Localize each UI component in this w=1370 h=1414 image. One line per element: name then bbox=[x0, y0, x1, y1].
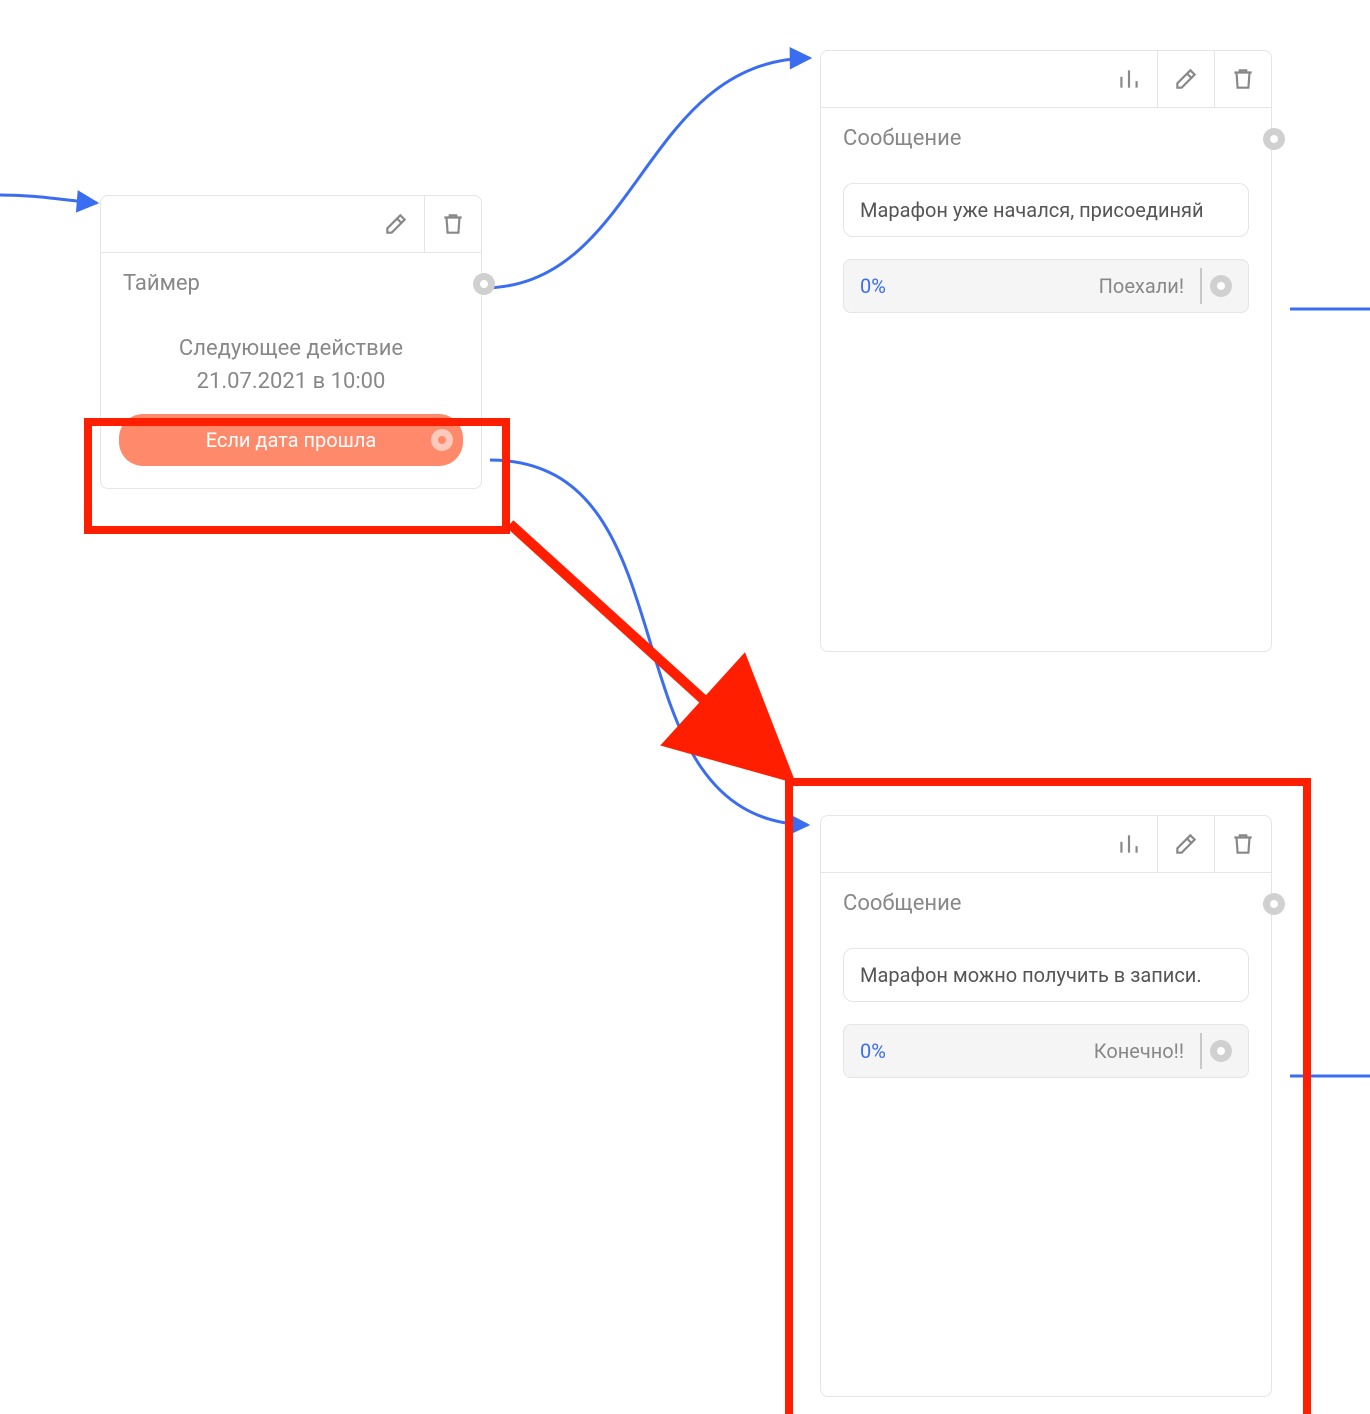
separator bbox=[1200, 1033, 1202, 1069]
button-label: Конечно!! bbox=[1094, 1039, 1194, 1063]
output-port[interactable] bbox=[1263, 128, 1285, 150]
edit-icon bbox=[1173, 831, 1199, 857]
node-header: Сообщение bbox=[821, 108, 1271, 169]
edit-button[interactable] bbox=[1157, 51, 1214, 107]
reply-button-row[interactable]: 0% Поехали! bbox=[843, 259, 1249, 313]
node-header: Сообщение bbox=[821, 873, 1271, 934]
delete-icon bbox=[440, 211, 466, 237]
output-port[interactable] bbox=[473, 273, 495, 295]
click-percent: 0% bbox=[860, 1039, 886, 1063]
delete-button[interactable] bbox=[1214, 51, 1271, 107]
edit-icon bbox=[1173, 66, 1199, 92]
delete-button[interactable] bbox=[1214, 816, 1271, 872]
condition-label: Если дата прошла bbox=[206, 428, 377, 452]
message-bubble: Марафон уже начался, присоединяй bbox=[843, 183, 1249, 237]
reply-button-row[interactable]: 0% Конечно!! bbox=[843, 1024, 1249, 1078]
edit-button[interactable] bbox=[368, 196, 424, 252]
output-port[interactable] bbox=[1263, 893, 1285, 915]
condition-pill[interactable]: Если дата прошла bbox=[119, 414, 463, 466]
node-header: Таймер bbox=[101, 253, 481, 314]
stats-icon bbox=[1116, 831, 1142, 857]
node-toolbar bbox=[821, 51, 1271, 108]
node-title: Таймер bbox=[123, 271, 200, 296]
message-node-2[interactable]: Сообщение Марафон можно получить в запис… bbox=[820, 815, 1272, 1397]
edit-icon bbox=[383, 211, 409, 237]
separator bbox=[1200, 268, 1202, 304]
node-title: Сообщение bbox=[843, 126, 961, 151]
button-label: Поехали! bbox=[1099, 274, 1194, 298]
delete-icon bbox=[1230, 831, 1256, 857]
message-node-1[interactable]: Сообщение Марафон уже начался, присоедин… bbox=[820, 50, 1272, 652]
edit-button[interactable] bbox=[1157, 816, 1214, 872]
timer-node[interactable]: Таймер Следующее действие 21.07.2021 в 1… bbox=[100, 195, 482, 489]
click-percent: 0% bbox=[860, 274, 886, 298]
stats-button[interactable] bbox=[1101, 816, 1157, 872]
node-title: Сообщение bbox=[843, 891, 961, 916]
condition-output-port[interactable] bbox=[431, 429, 453, 451]
node-toolbar bbox=[821, 816, 1271, 873]
delete-button[interactable] bbox=[424, 196, 481, 252]
stats-icon bbox=[1116, 66, 1142, 92]
stats-button[interactable] bbox=[1101, 51, 1157, 107]
delete-icon bbox=[1230, 66, 1256, 92]
button-output-port[interactable] bbox=[1210, 275, 1232, 297]
timer-text-line1: Следующее действие bbox=[111, 332, 471, 365]
message-bubble: Марафон можно получить в записи. bbox=[843, 948, 1249, 1002]
node-toolbar bbox=[101, 196, 481, 253]
timer-description: Следующее действие 21.07.2021 в 10:00 bbox=[101, 314, 481, 402]
timer-text-line2: 21.07.2021 в 10:00 bbox=[111, 365, 471, 398]
button-output-port[interactable] bbox=[1210, 1040, 1232, 1062]
flow-canvas[interactable]: { "colors": { "highlight": "#ff1e00", "w… bbox=[0, 0, 1370, 1414]
